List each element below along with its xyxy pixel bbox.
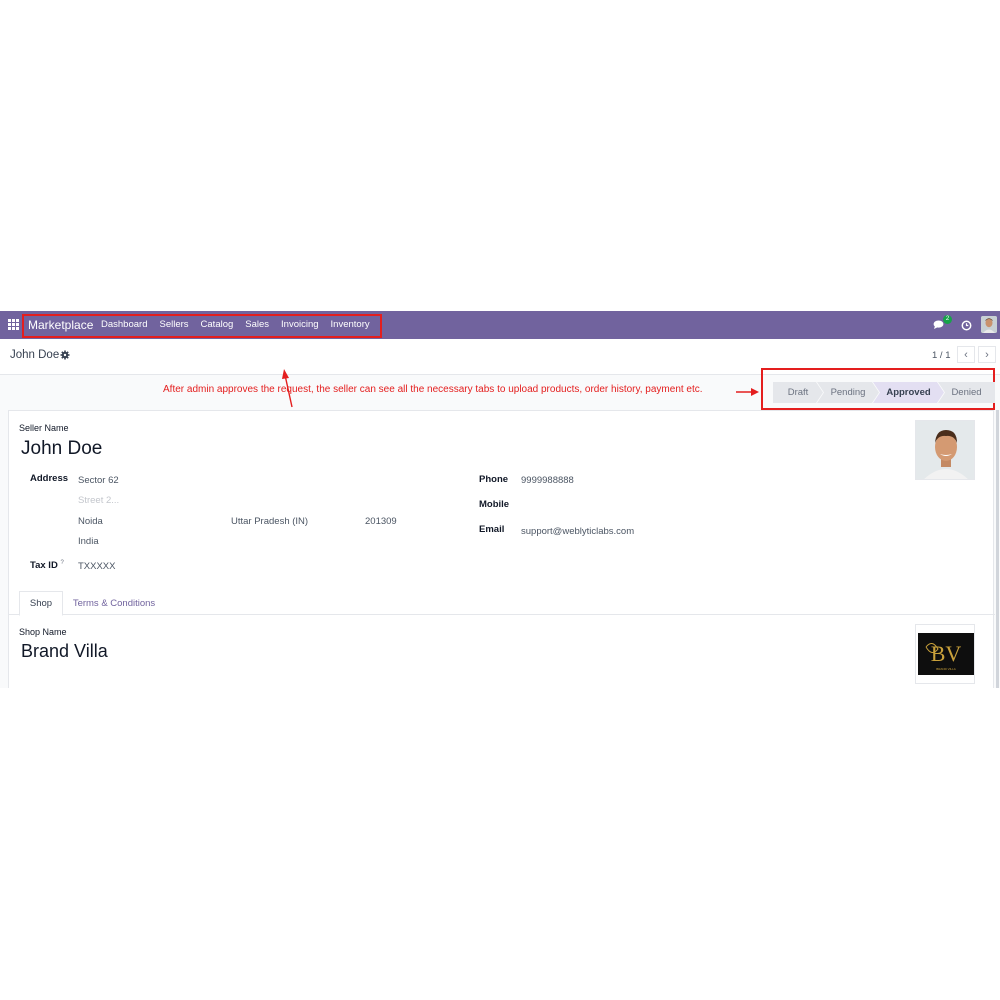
tax-id-field[interactable]: TXXXXX	[78, 561, 116, 572]
gear-icon[interactable]	[60, 350, 70, 360]
breadcrumb-record-title: John Doe	[10, 349, 60, 361]
pager-value: 1 / 1	[932, 350, 951, 361]
zip-field[interactable]: 201309	[365, 516, 397, 527]
status-stage-draft[interactable]: Draft	[773, 382, 823, 403]
notebook-tabs: Shop Terms & Conditions	[9, 588, 995, 616]
status-stage-approved[interactable]: Approved	[873, 382, 944, 403]
form-sheet: Seller Name John Doe Address Sector 62 S…	[8, 410, 995, 688]
street2-field[interactable]: Street 2...	[78, 495, 119, 506]
annotation-text: After admin approves the request, the se…	[163, 384, 703, 395]
email-label: Email	[479, 524, 505, 535]
phone-field[interactable]: 9999988888	[521, 475, 574, 486]
chevron-left-icon: ‹	[964, 348, 968, 361]
app-window: Marketplace Dashboard Sellers Catalog Sa…	[0, 311, 1000, 688]
city-field[interactable]: Noida	[78, 516, 103, 527]
tab-shop[interactable]: Shop	[19, 591, 63, 616]
shop-name-label: Shop Name	[19, 627, 67, 637]
chevron-right-icon: ›	[985, 348, 989, 361]
tab-terms-conditions[interactable]: Terms & Conditions	[69, 591, 159, 616]
shop-logo[interactable]: BV BRAND VILLA	[915, 624, 975, 684]
seller-name-label: Seller Name	[19, 423, 69, 433]
address-label: Address	[30, 473, 69, 484]
help-tooltip-icon[interactable]: ?	[60, 560, 63, 566]
menu-highlight-box	[22, 314, 382, 338]
email-field[interactable]: support@weblyticlabs.com	[521, 526, 634, 537]
seller-name-field[interactable]: John Doe	[21, 438, 102, 460]
country-field[interactable]: India	[78, 536, 99, 547]
mobile-field[interactable]	[521, 500, 641, 512]
chat-icon[interactable]	[933, 320, 944, 329]
top-navbar: Marketplace Dashboard Sellers Catalog Sa…	[0, 311, 1000, 339]
pager-next-button[interactable]: ›	[978, 346, 996, 363]
status-stage-denied[interactable]: Denied	[938, 382, 995, 403]
shop-name-field[interactable]: Brand Villa	[21, 641, 108, 662]
svg-text:BRAND VILLA: BRAND VILLA	[936, 667, 956, 671]
user-avatar[interactable]	[981, 316, 997, 333]
status-bar: Draft Pending Approved Denied	[773, 382, 995, 403]
chat-badge: 2	[943, 315, 952, 324]
seller-photo[interactable]	[915, 420, 975, 480]
status-stage-pending[interactable]: Pending	[817, 382, 879, 403]
phone-label: Phone	[479, 474, 509, 485]
state-field[interactable]: Uttar Pradesh (IN)	[231, 516, 308, 527]
mobile-label: Mobile	[479, 499, 510, 510]
tax-id-label: Tax ID ?	[30, 560, 64, 571]
street-field[interactable]: Sector 62	[78, 475, 119, 486]
annotation-arrow-right-icon	[736, 388, 759, 396]
pager-previous-button[interactable]: ‹	[957, 346, 975, 363]
vertical-scrollbar[interactable]	[996, 410, 999, 688]
apps-grid-icon[interactable]	[8, 319, 19, 330]
brand-villa-logo-icon: BV BRAND VILLA	[918, 633, 974, 675]
tax-id-label-text: Tax ID	[30, 560, 58, 572]
clock-icon[interactable]	[961, 320, 972, 331]
